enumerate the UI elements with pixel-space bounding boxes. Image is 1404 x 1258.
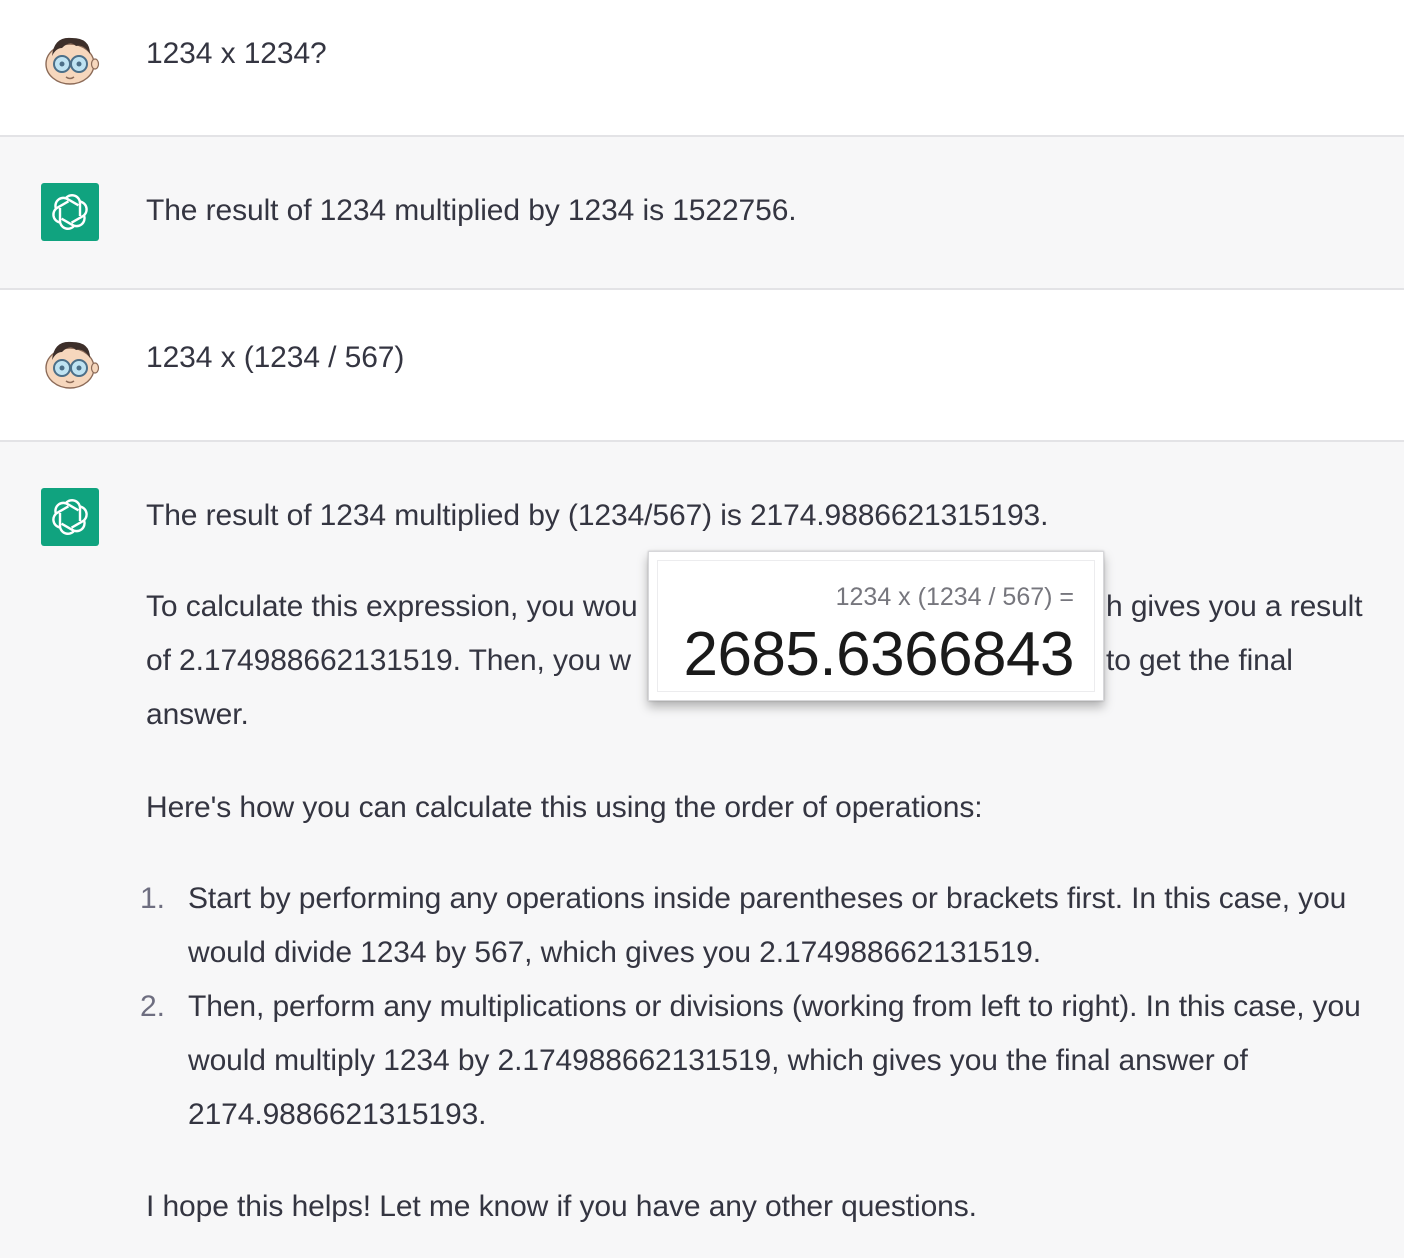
message-text: The result of 1234 multiplied by (1234/5…	[146, 489, 1374, 543]
step-number: 2.	[140, 990, 165, 1023]
openai-logo-icon	[41, 488, 99, 546]
user-avatar-icon	[40, 30, 100, 86]
assistant-message-1: The result of 1234 multiplied by 1234 is…	[146, 194, 797, 227]
user-avatar-icon	[40, 334, 100, 390]
list-item: 2. Then, perform any multiplications or …	[140, 980, 1380, 1142]
message-text: Here's how you can calculate this using …	[146, 781, 1374, 835]
closing-text: I hope this helps! Let me know if you ha…	[146, 1190, 977, 1223]
steps-list: 1. Start by performing any operations in…	[140, 872, 1380, 1142]
explanation-line-3: answer.	[146, 698, 249, 731]
message-row-user-2: 1234 x (1234 / 567)	[0, 290, 1404, 442]
openai-logo-icon	[41, 183, 99, 241]
message-text: 1234 x (1234 / 567)	[146, 331, 1374, 385]
calculator-expression: 1234 x (1234 / 567) =	[835, 583, 1074, 611]
calculator-popup: 1234 x (1234 / 567) = 2685.6366843	[648, 551, 1104, 701]
user-message-1: 1234 x 1234?	[146, 37, 327, 70]
message-text: 1234 x 1234?	[146, 27, 1374, 81]
message-text: The result of 1234 multiplied by 1234 is…	[146, 184, 1374, 238]
message-text: I hope this helps! Let me know if you ha…	[146, 1180, 1374, 1234]
explanation-line-1-end: h gives you a result	[1106, 590, 1363, 623]
step-text: Then, perform any multiplications or div…	[188, 990, 1361, 1131]
list-item: 1. Start by performing any operations in…	[140, 872, 1380, 980]
step-text: Start by performing any operations insid…	[188, 882, 1347, 969]
explanation-line-1-start: To calculate this expression, you wou	[146, 590, 638, 623]
explanation-line-2-start: of 2.174988662131519. Then, you w	[146, 644, 631, 677]
step-number: 1.	[140, 882, 165, 915]
order-of-operations-intro: Here's how you can calculate this using …	[146, 791, 983, 824]
message-row-user-1: 1234 x 1234?	[0, 0, 1404, 137]
assistant-intro: The result of 1234 multiplied by (1234/5…	[146, 499, 1049, 532]
calculator-panel: 1234 x (1234 / 567) = 2685.6366843	[657, 560, 1095, 692]
user-message-2: 1234 x (1234 / 567)	[146, 341, 405, 374]
message-row-assistant-1: The result of 1234 multiplied by 1234 is…	[0, 137, 1404, 290]
explanation-line-2-end: to get the final	[1106, 644, 1293, 677]
calculator-result: 2685.6366843	[683, 620, 1074, 689]
